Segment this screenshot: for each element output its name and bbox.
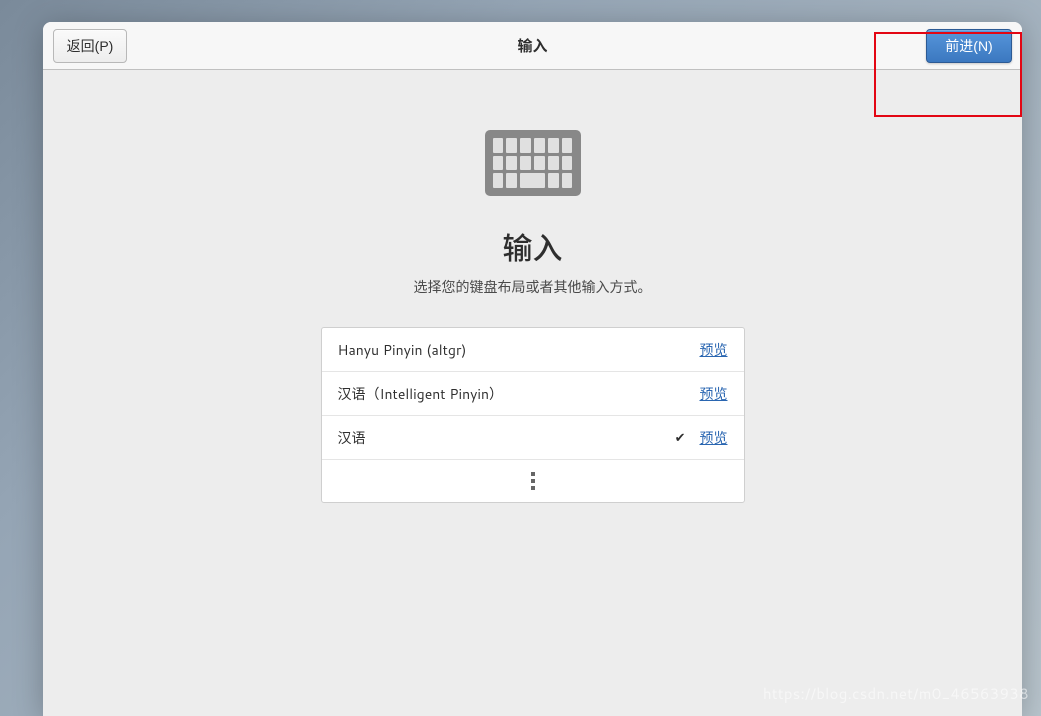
keyboard-icon bbox=[485, 130, 581, 196]
watermark-text: https://blog.csdn.net/m0_46563938 bbox=[763, 683, 1029, 704]
page-subtitle: 选择您的键盘布局或者其他输入方式。 bbox=[414, 277, 652, 297]
setup-window: 返回(P) 输入 前进(N) 输入 选择您的键盘布局或者其他输入方式。 Hany… bbox=[43, 22, 1022, 716]
next-button[interactable]: 前进(N) bbox=[926, 29, 1012, 63]
preview-link[interactable]: 预览 bbox=[700, 340, 728, 360]
content-area: 输入 选择您的键盘布局或者其他输入方式。 Hanyu Pinyin (altgr… bbox=[43, 70, 1022, 716]
list-item-label: 汉语 bbox=[338, 428, 669, 448]
more-icon bbox=[531, 472, 535, 490]
list-item[interactable]: Hanyu Pinyin (altgr) 预览 bbox=[322, 328, 744, 372]
header-bar: 返回(P) 输入 前进(N) bbox=[43, 22, 1022, 70]
preview-link[interactable]: 预览 bbox=[700, 428, 728, 448]
page-title: 输入 bbox=[503, 224, 563, 269]
preview-link[interactable]: 预览 bbox=[700, 384, 728, 404]
list-item-label: Hanyu Pinyin (altgr) bbox=[338, 340, 700, 360]
list-item[interactable]: 汉语（Intelligent Pinyin） 预览 bbox=[322, 372, 744, 416]
list-item-label: 汉语（Intelligent Pinyin） bbox=[338, 384, 700, 404]
input-source-list: Hanyu Pinyin (altgr) 预览 汉语（Intelligent P… bbox=[321, 327, 745, 503]
more-button[interactable] bbox=[322, 460, 744, 502]
check-icon: ✔ bbox=[675, 429, 686, 447]
list-item[interactable]: 汉语 ✔ 预览 bbox=[322, 416, 744, 460]
back-button[interactable]: 返回(P) bbox=[53, 29, 127, 63]
header-title: 输入 bbox=[43, 35, 1022, 56]
